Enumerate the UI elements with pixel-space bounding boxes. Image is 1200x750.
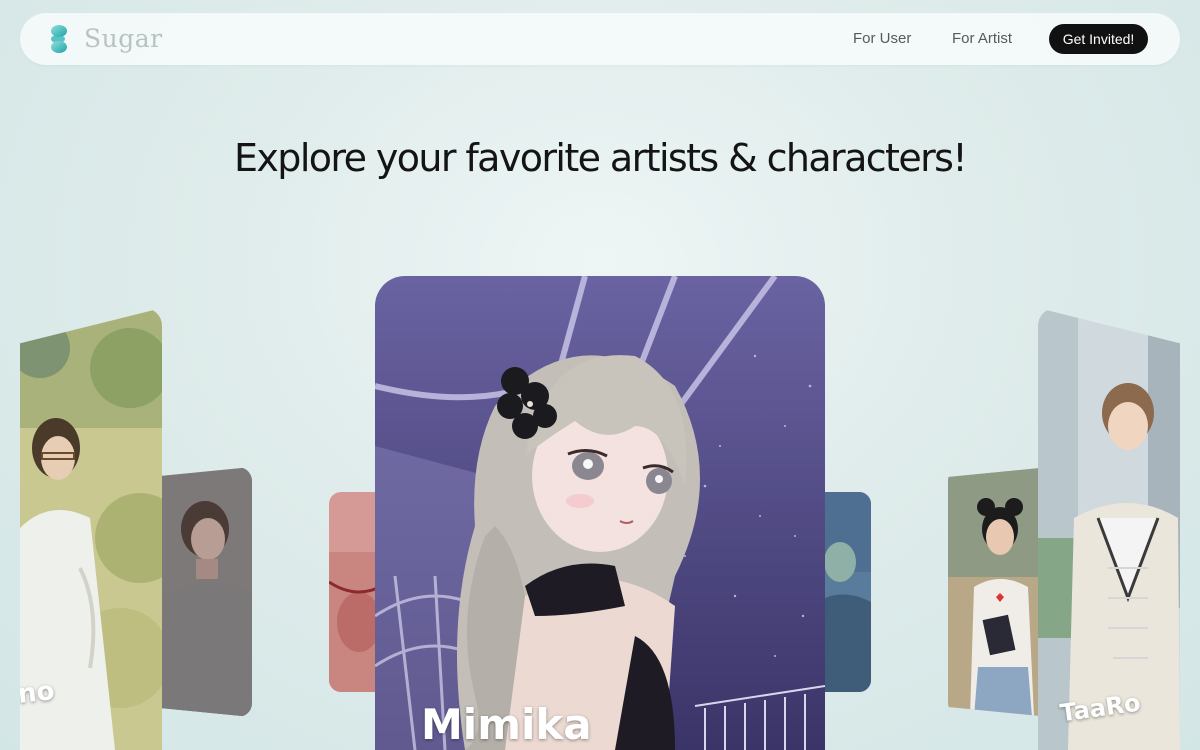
card-character-name: Mimika [421, 700, 592, 749]
sugar-logo-icon [48, 24, 70, 54]
carousel-card[interactable] [150, 467, 252, 717]
logo[interactable]: Sugar [48, 24, 163, 54]
character-illustration [1038, 308, 1180, 750]
featured-carousel-card[interactable]: Mimika [375, 276, 825, 750]
nav-link-for-artist[interactable]: For Artist [952, 30, 1012, 48]
carousel-card[interactable] [948, 467, 1050, 717]
get-invited-button[interactable]: Get Invited! [1049, 24, 1148, 54]
logo-text: Sugar [84, 24, 163, 53]
carousel-card[interactable]: TaaRo [1038, 308, 1180, 750]
navbar: Sugar For User For Artist Get Invited! [20, 13, 1180, 65]
carousel-card[interactable]: no [20, 308, 162, 750]
card-character-name: no [20, 676, 56, 710]
character-illustration [375, 276, 825, 750]
character-illustration [150, 467, 252, 717]
character-illustration [948, 467, 1050, 717]
hero-title: Explore your favorite artists & characte… [234, 136, 968, 180]
nav-link-for-user[interactable]: For User [853, 30, 911, 48]
